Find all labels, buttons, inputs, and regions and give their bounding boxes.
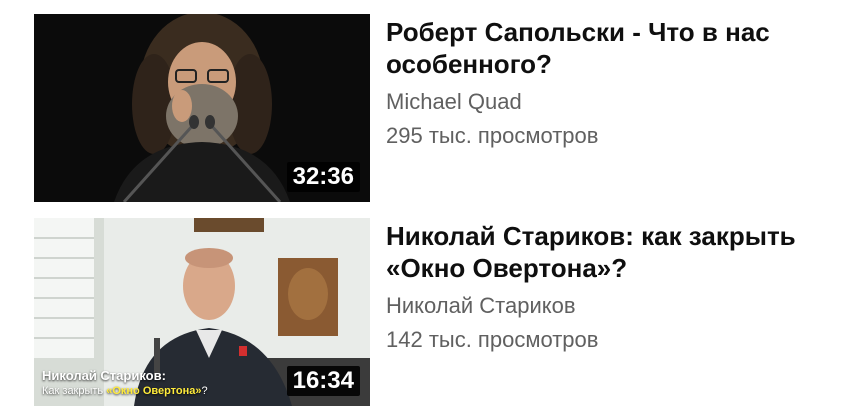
channel-name[interactable]: Michael Quad <box>386 88 834 116</box>
video-duration-badge: 16:34 <box>286 366 360 396</box>
video-title[interactable]: Роберт Сапольски - Что в нас особенного? <box>386 14 834 80</box>
video-info: Николай Стариков: как закрыть «Окно Овер… <box>386 218 834 354</box>
video-info: Роберт Сапольски - Что в нас особенного?… <box>386 14 834 150</box>
caption-sub-bold: «Окно Овертона» <box>106 385 202 397</box>
video-duration-badge: 32:36 <box>286 162 360 192</box>
thumbnail-caption-title: Николай Стариков: <box>42 368 166 383</box>
view-count: 142 тыс. просмотров <box>386 327 599 352</box>
video-thumbnail[interactable]: 32:36 <box>34 14 370 202</box>
caption-sub-after: ? <box>201 385 208 397</box>
video-title[interactable]: Николай Стариков: как закрыть «Окно Овер… <box>386 218 834 284</box>
thumbnail-caption-subtitle: Как закрыть «Окно Овертона»? <box>42 384 208 398</box>
view-count: 295 тыс. просмотров <box>386 123 599 148</box>
video-thumbnail[interactable]: Николай Стариков: Как закрыть «Окно Овер… <box>34 218 370 406</box>
channel-name[interactable]: Николай Стариков <box>386 292 834 320</box>
caption-sub-before: Как закрыть <box>42 385 107 397</box>
thumbnail-caption: Николай Стариков: Как закрыть «Окно Овер… <box>42 368 208 398</box>
